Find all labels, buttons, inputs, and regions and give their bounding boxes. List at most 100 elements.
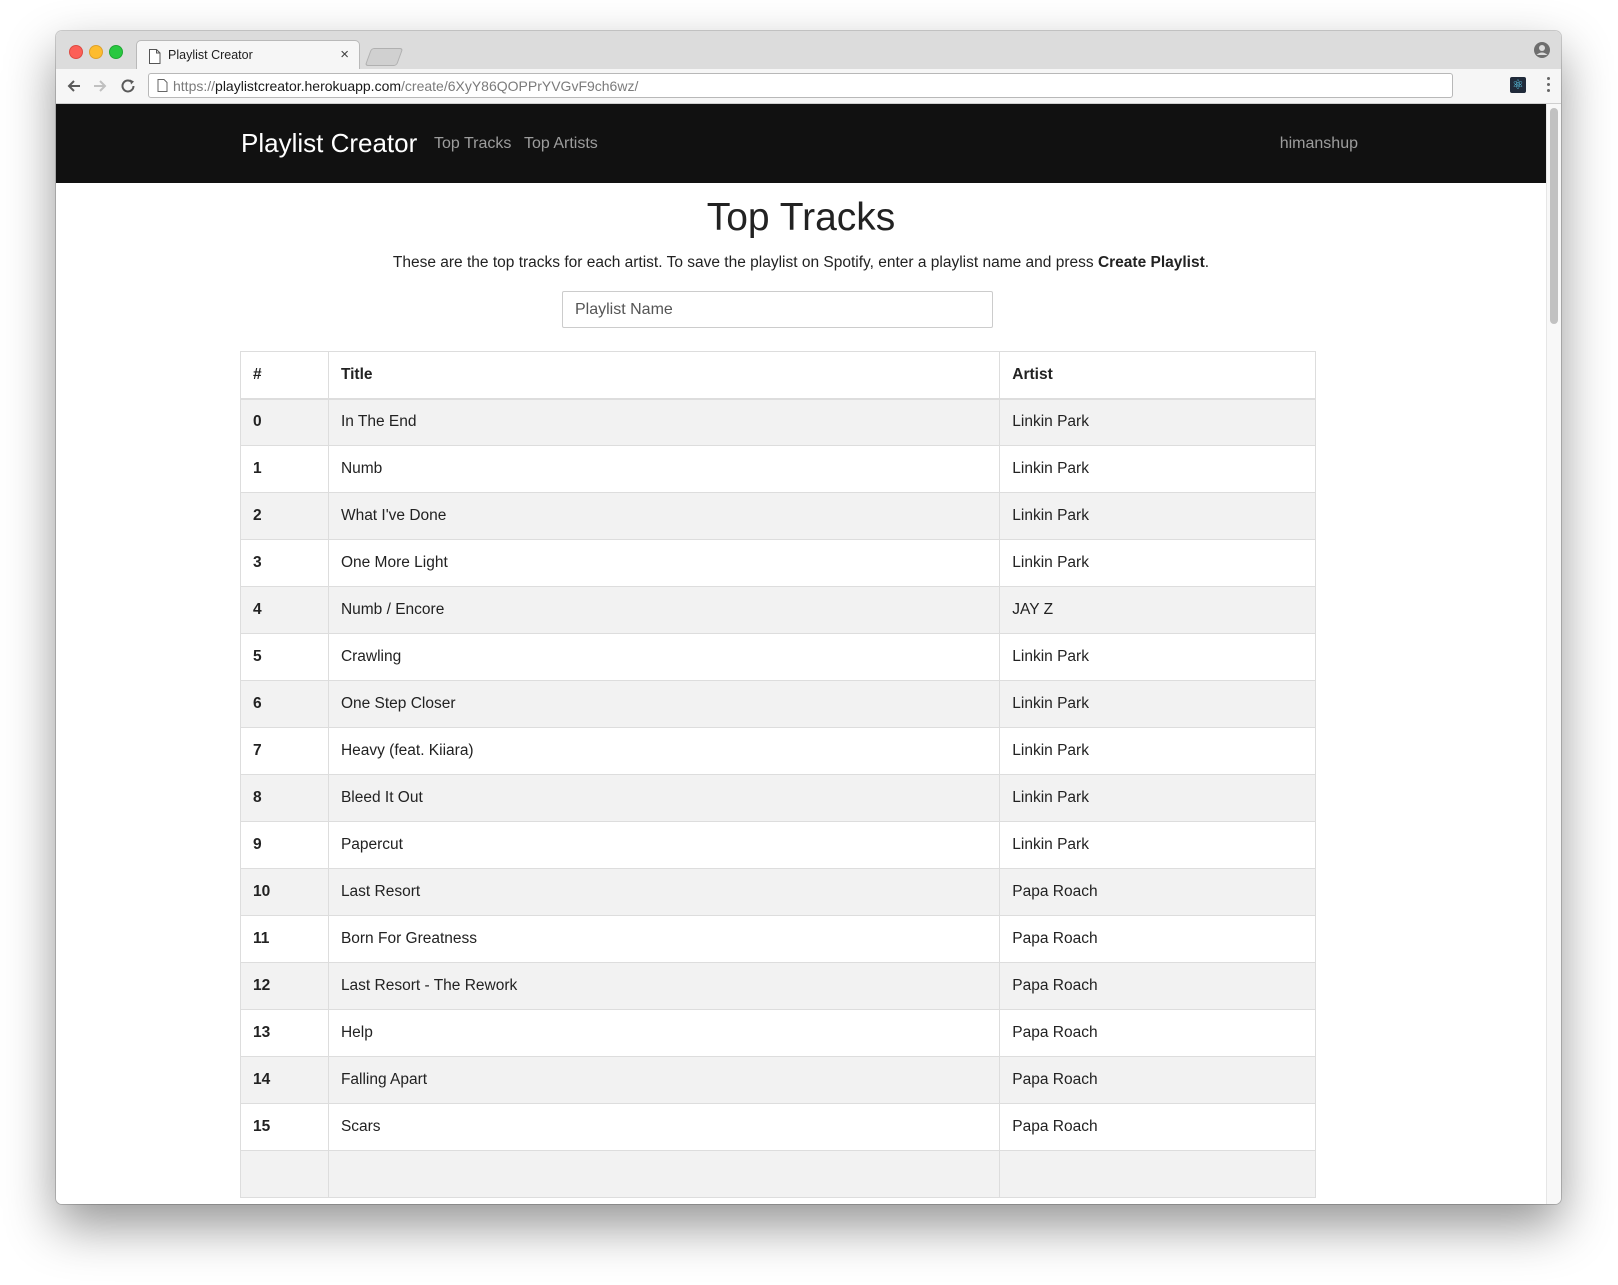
table-row: 11 Born For Greatness Papa Roach [240,915,1316,963]
track-title: One More Light [327,539,1001,587]
track-artist: Linkin Park [999,492,1316,540]
scrollbar-thumb[interactable] [1550,108,1558,324]
table-row: 4 Numb / Encore JAY Z [240,586,1316,634]
forward-arrow-icon[interactable] [90,76,110,96]
track-title: Papercut [327,821,1001,869]
table-row: 10 Last Resort Papa Roach [240,868,1316,916]
nav-top-artists[interactable]: Top Artists [524,135,598,153]
table-row: 6 One Step Closer Linkin Park [240,680,1316,728]
page-title: Top Tracks [706,196,896,239]
minimize-window-button[interactable] [89,45,103,59]
track-number: 13 [240,1009,329,1057]
table-row: 3 One More Light Linkin Park [240,539,1316,587]
track-number: 0 [240,398,329,446]
track-artist: Papa Roach [999,868,1316,916]
nav-top-tracks[interactable]: Top Tracks [434,135,511,153]
nav-user[interactable]: himanshup [1280,135,1358,153]
table-row: 9 Papercut Linkin Park [240,821,1316,869]
track-number: 12 [240,962,329,1010]
track-artist: Papa Roach [999,1009,1316,1057]
track-title: Numb [327,445,1001,493]
table-row: 5 Crawling Linkin Park [240,633,1316,681]
track-title: One Step Closer [327,680,1001,728]
table-row: 15 Scars Papa Roach [240,1103,1316,1151]
track-artist: Linkin Park [999,774,1316,822]
track-number: 15 [240,1103,329,1151]
browser-menu-icon[interactable] [1545,77,1551,95]
track-number [240,1150,329,1198]
maximize-window-button[interactable] [109,45,123,59]
track-number: 6 [240,680,329,728]
table-row [240,1150,1316,1198]
intro-text: These are the top tracks for each artist… [56,254,1546,272]
track-number: 2 [240,492,329,540]
track-title: What I've Done [327,492,1001,540]
close-window-button[interactable] [69,45,83,59]
vertical-scrollbar[interactable] [1546,104,1561,1204]
table-row: 12 Last Resort - The Rework Papa Roach [240,962,1316,1010]
address-bar[interactable]: https://playlistcreator.herokuapp.com/cr… [148,73,1453,98]
table-row: 2 What I've Done Linkin Park [240,492,1316,540]
browser-tab[interactable]: Playlist Creator × [136,40,360,70]
tab-strip: Playlist Creator × [56,31,1561,70]
track-artist: Linkin Park [999,445,1316,493]
track-title: Numb / Encore [327,586,1001,634]
document-icon [149,49,161,64]
back-arrow-icon[interactable] [64,76,84,96]
track-title: Scars [327,1103,1001,1151]
url-host: playlistcreator.herokuapp.com [215,78,402,94]
track-artist: Linkin Park [999,680,1316,728]
track-artist: Papa Roach [999,1056,1316,1104]
table-row: 13 Help Papa Roach [240,1009,1316,1057]
track-number: 5 [240,633,329,681]
react-devtools-extension-icon[interactable]: ⚛ [1510,77,1526,93]
table-row: 7 Heavy (feat. Kiiara) Linkin Park [240,727,1316,775]
new-tab-button[interactable] [364,48,404,66]
track-title: Falling Apart [327,1056,1001,1104]
track-artist: JAY Z [999,586,1316,634]
track-title [327,1150,1001,1198]
track-artist [999,1150,1316,1198]
track-number: 7 [240,727,329,775]
track-artist: Linkin Park [999,821,1316,869]
track-number: 14 [240,1056,329,1104]
track-number: 3 [240,539,329,587]
track-title: Born For Greatness [327,915,1001,963]
table-header-row: # Title Artist [240,351,1316,400]
page-viewport: Playlist Creator Top Tracks Top Artists … [56,104,1546,1204]
intro-prefix: These are the top tracks for each artist… [392,254,1098,271]
table-row: 8 Bleed It Out Linkin Park [240,774,1316,822]
tracks-table-body: 0 In The End Linkin Park 1 Numb Linkin Park 2 W… [240,398,1316,1198]
intro-strong: Create Playlist [1097,254,1205,271]
track-artist: Papa Roach [999,915,1316,963]
track-title: Bleed It Out [327,774,1001,822]
track-artist: Papa Roach [999,962,1316,1010]
header-title: Title [327,351,1001,400]
track-title: Heavy (feat. Kiiara) [327,727,1001,775]
track-number: 11 [240,915,329,963]
table-row: 14 Falling Apart Papa Roach [240,1056,1316,1104]
brand-link[interactable]: Playlist Creator [241,128,417,159]
track-number: 1 [240,445,329,493]
track-number: 8 [240,774,329,822]
playlist-name-input[interactable] [562,291,993,328]
track-title: Help [327,1009,1001,1057]
page-info-icon[interactable] [157,79,168,92]
app-navbar: Playlist Creator Top Tracks Top Artists … [56,104,1546,183]
browser-window: Playlist Creator × https://playlistcreat… [56,31,1561,1204]
table-row: 1 Numb Linkin Park [240,445,1316,493]
url-path: /create/6XyY86QOPPrYVGvF9ch6wz/ [401,78,639,94]
track-number: 4 [240,586,329,634]
track-title: Last Resort - The Rework [327,962,1001,1010]
table-row: 0 In The End Linkin Park [240,398,1316,446]
url-scheme: https:// [173,78,216,94]
track-title: Last Resort [327,868,1001,916]
reload-icon[interactable] [118,76,138,96]
track-artist: Papa Roach [999,1103,1316,1151]
intro-suffix: . [1204,254,1210,271]
tracks-table: # Title Artist 0 In The End Linkin Park 1 Nu… [240,351,1316,1198]
url-text: https://playlistcreator.herokuapp.com/cr… [173,78,638,94]
profile-icon[interactable] [1533,41,1551,59]
tab-close-icon[interactable]: × [340,46,349,63]
tab-title: Playlist Creator [168,48,253,62]
